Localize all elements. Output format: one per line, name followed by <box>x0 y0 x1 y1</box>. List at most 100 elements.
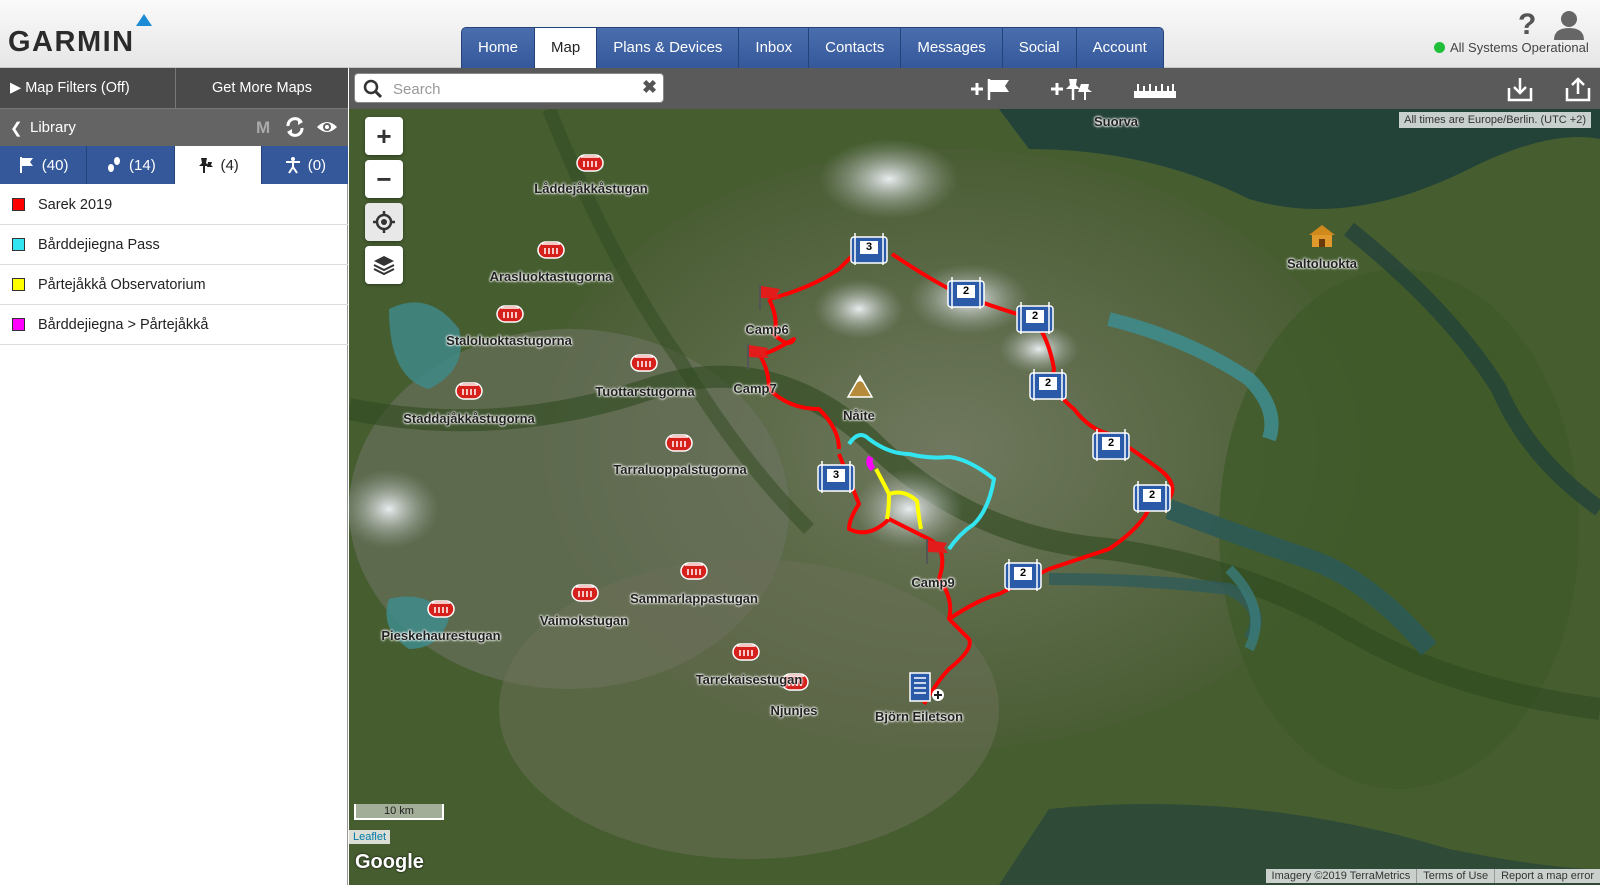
route-barddejiegna-partejakka[interactable] <box>866 455 876 472</box>
place-label: Staddajåkkåstugorna <box>403 411 535 426</box>
nav-contacts[interactable]: Contacts <box>809 28 902 68</box>
zoom-out-button[interactable]: − <box>365 160 403 198</box>
place-label: Sammarlappastugan <box>630 591 758 606</box>
system-status[interactable]: All Systems Operational <box>1434 40 1589 55</box>
nav-plans-devices[interactable]: Plans & Devices <box>597 28 740 68</box>
add-waypoint-icon[interactable] <box>969 76 1015 102</box>
m-toggle-button[interactable]: M <box>256 118 270 138</box>
hut-phone-icon[interactable] <box>495 300 525 324</box>
nav-messages[interactable]: Messages <box>901 28 1003 68</box>
share-icon[interactable] <box>1565 76 1591 102</box>
tab-activities[interactable]: (0) <box>262 146 348 184</box>
waypoint-cluster[interactable]: 3 <box>849 231 889 272</box>
mountain-peak-icon[interactable] <box>846 373 874 399</box>
hut-phone-icon[interactable] <box>575 149 605 173</box>
tab-tracks[interactable]: (14) <box>87 146 175 184</box>
tab-waypoints[interactable]: (40) <box>0 146 88 184</box>
hut-phone-icon[interactable] <box>629 349 659 373</box>
hut-phone-icon[interactable] <box>454 377 484 401</box>
google-logo: Google <box>355 851 424 873</box>
color-swatch <box>12 238 25 251</box>
add-collection-icon[interactable] <box>1049 76 1099 102</box>
timezone-note: All times are Europe/Berlin. (UTC +2) <box>1399 112 1591 128</box>
person-icon <box>285 157 300 174</box>
waypoint-cluster[interactable]: 2 <box>1091 427 1131 468</box>
report-map-error-link[interactable]: Report a map error <box>1494 869 1600 883</box>
hut-phone-icon[interactable] <box>570 579 600 603</box>
map-filters-button[interactable]: ▶ Map Filters (Off) <box>0 68 176 108</box>
nav-inbox[interactable]: Inbox <box>739 28 810 68</box>
nav-social[interactable]: Social <box>1002 28 1077 68</box>
chevron-left-icon[interactable]: ❮ <box>10 119 23 137</box>
map-canvas[interactable]: 3 2 2 2 2 2 3 2 Suorva Låddejåkkåstugan … <box>349 109 1600 885</box>
hotel-icon[interactable] <box>906 671 946 703</box>
user-icon[interactable] <box>1553 10 1585 40</box>
left-panel: ▶ Map Filters (Off) Get More Maps ❮ Libr… <box>0 68 348 885</box>
place-label: Njunjes <box>770 703 818 718</box>
waypoint-cluster[interactable]: 2 <box>1132 479 1172 520</box>
nav-home[interactable]: Home <box>462 28 536 68</box>
footprints-icon <box>108 157 121 172</box>
garmin-logo[interactable]: GARMIN <box>8 12 158 58</box>
hut-phone-icon[interactable] <box>731 638 761 662</box>
layers-button[interactable] <box>365 246 403 284</box>
status-dot-icon <box>1434 42 1445 53</box>
camp-flag-icon[interactable] <box>757 283 783 311</box>
item-label: Bårddejiegna Pass <box>38 236 160 253</box>
help-icon[interactable]: ? <box>1518 8 1536 42</box>
satellite-imagery <box>349 109 1600 885</box>
waypoint-cluster[interactable]: 2 <box>1028 367 1068 408</box>
library-title: Library <box>30 119 76 136</box>
list-item[interactable]: Sarek 2019 <box>0 185 348 225</box>
camp-flag-icon[interactable] <box>745 342 771 370</box>
hut-phone-icon[interactable] <box>679 557 709 581</box>
download-icon[interactable] <box>1507 76 1533 102</box>
search-input[interactable] <box>393 78 633 100</box>
map-attribution: Imagery ©2019 TerraMetrics Terms of Use … <box>1265 869 1600 883</box>
place-label: Tuottarstugorna <box>595 384 695 399</box>
hut-phone-icon[interactable] <box>664 429 694 453</box>
search-box: ✖ <box>354 73 664 103</box>
hut-phone-icon[interactable] <box>426 595 456 619</box>
waypoint-cluster[interactable]: 2 <box>1003 557 1043 598</box>
list-item[interactable]: Pårtejåkkå Observatorium <box>0 265 348 305</box>
item-label: Pårtejåkkå Observatorium <box>38 276 206 293</box>
crosshair-icon <box>373 211 395 233</box>
place-label: Camp7 <box>733 381 777 396</box>
eye-icon[interactable] <box>316 117 338 137</box>
tab-count: (4) <box>220 156 239 174</box>
place-label: Nåite <box>843 408 875 423</box>
ruler-icon[interactable] <box>1133 76 1177 102</box>
zoom-in-button[interactable]: + <box>365 117 403 155</box>
camp-flag-icon[interactable] <box>924 537 950 565</box>
map-controls: + − <box>365 117 403 289</box>
close-icon[interactable]: ✖ <box>642 77 657 98</box>
status-text: All Systems Operational <box>1450 40 1589 55</box>
nav-map[interactable]: Map <box>535 28 598 68</box>
waypoint-cluster[interactable]: 3 <box>816 459 856 500</box>
list-item[interactable]: Bårddejiegna > Pårtejåkkå <box>0 305 348 345</box>
scale-bar: 10 km <box>354 804 444 820</box>
hut-phone-icon[interactable] <box>536 236 566 260</box>
map-toolbar: ✖ <box>349 68 1600 109</box>
nav-account[interactable]: Account <box>1076 28 1163 68</box>
locate-button[interactable] <box>365 203 403 241</box>
color-swatch <box>12 198 25 211</box>
expand-triangle-icon: ▶ <box>10 80 26 96</box>
waypoint-cluster[interactable]: 2 <box>1015 300 1055 341</box>
place-label: Saltoluokta <box>1286 256 1358 271</box>
tab-collections[interactable]: (4) <box>174 146 262 184</box>
leaflet-link[interactable]: Leaflet <box>349 830 391 844</box>
sync-icon[interactable] <box>284 115 306 139</box>
place-label: Staloluoktastugorna <box>446 333 572 348</box>
lodge-icon[interactable] <box>1307 223 1337 249</box>
tab-count: (14) <box>129 156 156 174</box>
tab-count: (40) <box>41 156 69 174</box>
place-label: Tarrekaisestugan <box>695 672 803 687</box>
list-item[interactable]: Bårddejiegna Pass <box>0 225 348 265</box>
place-label: Camp6 <box>745 322 789 337</box>
layers-icon <box>373 256 395 276</box>
terms-of-use-link[interactable]: Terms of Use <box>1416 869 1494 883</box>
get-more-maps-button[interactable]: Get More Maps <box>176 68 348 108</box>
waypoint-cluster[interactable]: 2 <box>946 275 986 316</box>
